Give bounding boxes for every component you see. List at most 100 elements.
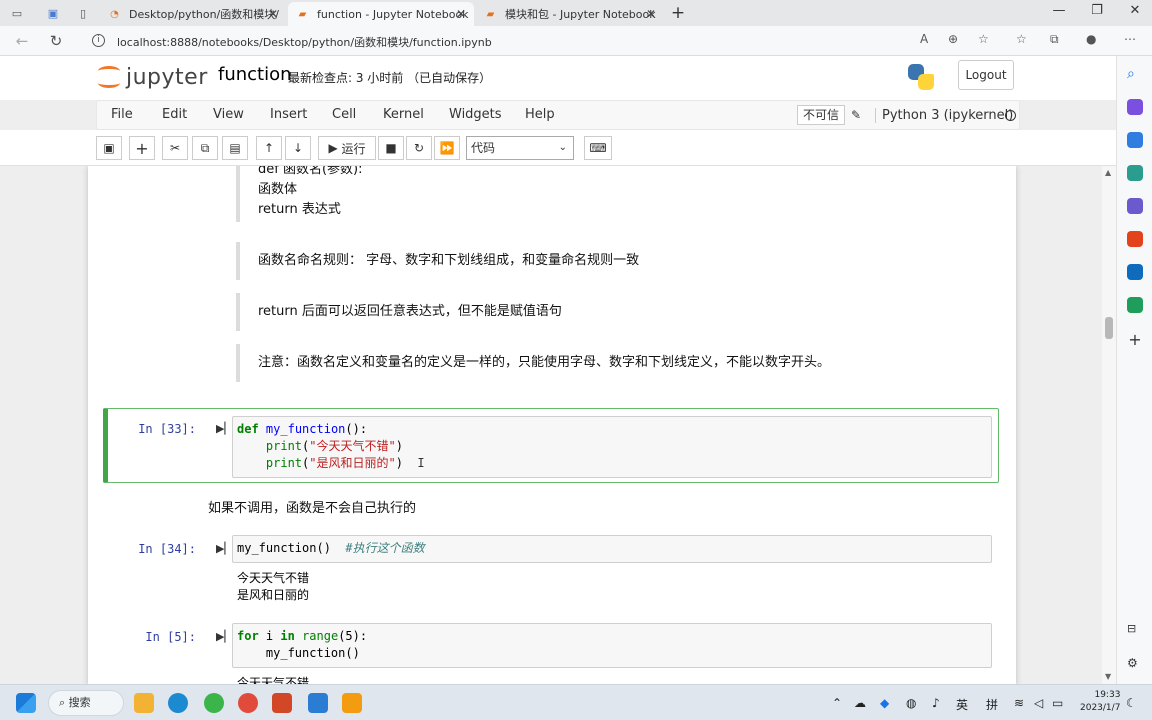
more-icon[interactable]: ⋯ <box>1124 32 1136 46</box>
code-editor[interactable]: for i in range(5): my_function() <box>232 623 992 668</box>
close-icon[interactable]: ✕ <box>456 7 466 21</box>
office-icon[interactable] <box>1127 231 1143 247</box>
trust-button[interactable]: 不可信 <box>797 105 846 125</box>
app-icon[interactable] <box>238 693 258 713</box>
tab-icon[interactable]: ▯ <box>74 4 92 22</box>
tools-icon[interactable] <box>1127 165 1143 181</box>
cloud-icon[interactable]: ☁ <box>854 696 866 710</box>
notification-icon[interactable]: ☾ <box>1126 696 1137 710</box>
menu-widgets[interactable]: Widgets <box>449 107 502 122</box>
search-icon[interactable]: ⌕ <box>1127 66 1143 82</box>
logout-button[interactable]: Logout <box>958 60 1014 90</box>
outlook-icon[interactable] <box>1127 264 1143 280</box>
run-cell-icon[interactable]: ▶▏ <box>216 542 233 555</box>
collections-icon[interactable]: ⧉ <box>1050 32 1059 47</box>
refresh-icon[interactable]: ↻ <box>46 31 66 51</box>
windows-start-icon[interactable] <box>16 693 36 713</box>
menu-help[interactable]: Help <box>525 107 555 122</box>
copilot-icon[interactable] <box>1127 99 1143 115</box>
menu-file[interactable]: File <box>111 107 133 122</box>
tab-title: Desktop/python/函数和模块/ <box>129 8 279 21</box>
output-line: 今天天气不错 <box>237 571 310 585</box>
tree-icon[interactable] <box>1127 297 1143 313</box>
interrupt-icon[interactable]: ■ <box>378 136 404 160</box>
kernel-name[interactable]: Python 3 (ipykernel) <box>875 108 1013 123</box>
clock[interactable]: 19:33 2023/1/7 <box>1080 689 1120 715</box>
app-icon[interactable] <box>342 693 362 713</box>
md-line: return 表达式 <box>258 202 341 217</box>
battery-icon[interactable]: ▭ <box>1052 696 1063 710</box>
sidebar-toggle-icon[interactable]: ⊟ <box>1127 622 1143 638</box>
powerpoint-icon[interactable] <box>272 693 292 713</box>
games-icon[interactable] <box>1127 198 1143 214</box>
paste-icon[interactable]: ▤ <box>222 136 248 160</box>
minimize-button[interactable]: — <box>1048 3 1070 18</box>
edit-pencil-icon[interactable]: ✎ <box>851 108 861 122</box>
new-tab-button[interactable]: + <box>668 3 688 23</box>
move-down-icon[interactable]: ↓ <box>285 136 311 160</box>
app-icon[interactable] <box>308 693 328 713</box>
info-icon[interactable]: i <box>92 34 105 47</box>
microphone-icon[interactable]: ♪ <box>932 696 940 710</box>
menu-insert[interactable]: Insert <box>270 107 307 122</box>
cut-icon[interactable]: ✂ <box>162 136 188 160</box>
favorite-add-icon[interactable]: ☆ <box>978 32 989 46</box>
kernel-status-icon <box>1005 110 1016 121</box>
insert-cell-icon[interactable]: + <box>129 136 155 160</box>
add-icon[interactable]: + <box>1127 330 1143 349</box>
scrollbar[interactable]: ▲ ▼ <box>1102 166 1116 684</box>
close-icon[interactable]: ✕ <box>268 7 278 21</box>
menu-view[interactable]: View <box>213 107 244 122</box>
back-icon[interactable]: ← <box>12 31 32 51</box>
favorites-icon[interactable]: ☆ <box>1016 32 1027 46</box>
menu-edit[interactable]: Edit <box>162 107 187 122</box>
notebook-name[interactable]: function <box>218 64 292 85</box>
scrollbar-thumb[interactable] <box>1105 317 1113 339</box>
menu-cell[interactable]: Cell <box>332 107 356 122</box>
window-menu-icon[interactable]: ▭ <box>8 4 26 22</box>
run-button[interactable]: ▶ 运行 <box>318 136 376 160</box>
save-icon[interactable]: ▣ <box>96 136 122 160</box>
tab-module-notebook[interactable]: ▰ 模块和包 - Jupyter Notebook ✕ <box>476 2 664 26</box>
ime-mode[interactable]: 拼 <box>986 696 998 713</box>
md-line: return 后面可以返回任意表达式，但不能是赋值语句 <box>258 304 562 319</box>
address-bar-row: ← ↻ i localhost:8888/notebooks/Desktop/p… <box>0 26 1152 56</box>
zoom-icon[interactable]: ⊕ <box>948 32 958 46</box>
move-up-icon[interactable]: ↑ <box>256 136 282 160</box>
scroll-up-icon[interactable]: ▲ <box>1105 168 1111 177</box>
tab-function-notebook[interactable]: ▰ function - Jupyter Notebook ✕ <box>288 2 474 26</box>
edge-icon[interactable] <box>168 693 188 713</box>
tray-app-icon[interactable]: ◆ <box>880 696 889 710</box>
tray-app-icon[interactable]: ◍ <box>906 696 916 710</box>
copy-icon[interactable]: ⧉ <box>192 136 218 160</box>
cell-type-select[interactable]: 代码 ⌄ <box>466 136 574 160</box>
tab-icon[interactable]: ▣ <box>44 4 62 22</box>
gear-icon[interactable]: ⚙ <box>1127 656 1143 672</box>
maximize-button[interactable]: ❐ <box>1086 3 1108 18</box>
shopping-icon[interactable] <box>1127 132 1143 148</box>
url-text[interactable]: localhost:8888/notebooks/Desktop/python/… <box>117 34 492 50</box>
taskbar-search[interactable]: ⌕ 搜索 <box>48 690 124 716</box>
volume-icon[interactable]: ◁ <box>1034 696 1043 710</box>
app-icon[interactable] <box>204 693 224 713</box>
keyboard-icon[interactable]: ⌨ <box>584 136 612 160</box>
fast-forward-icon[interactable]: ⏩ <box>434 136 460 160</box>
close-window-button[interactable]: ✕ <box>1124 3 1146 18</box>
jupyter-logo[interactable]: jupyter <box>98 64 208 90</box>
restart-icon[interactable]: ↻ <box>406 136 432 160</box>
read-aloud-icon[interactable]: A <box>920 32 928 46</box>
run-cell-icon[interactable]: ▶▏ <box>216 630 233 643</box>
close-icon[interactable]: ✕ <box>646 7 656 21</box>
code-editor[interactable]: def my_function(): print("今天天气不错") print… <box>232 416 992 478</box>
wifi-icon[interactable]: ≋ <box>1014 696 1024 710</box>
menu-kernel[interactable]: Kernel <box>383 107 424 122</box>
scroll-down-icon[interactable]: ▼ <box>1105 672 1111 681</box>
avatar[interactable]: ● <box>1086 32 1096 46</box>
address-bar[interactable]: i localhost:8888/notebooks/Desktop/pytho… <box>82 29 1000 53</box>
file-explorer-icon[interactable] <box>134 693 154 713</box>
tab-desktop-python[interactable]: ◔ Desktop/python/函数和模块/ ✕ <box>100 2 286 26</box>
run-cell-icon[interactable]: ▶▏ <box>216 422 233 435</box>
chevron-up-icon[interactable]: ⌃ <box>832 696 842 710</box>
code-editor[interactable]: my_function() #执行这个函数 <box>232 535 992 563</box>
ime-language[interactable]: 英 <box>956 696 968 713</box>
